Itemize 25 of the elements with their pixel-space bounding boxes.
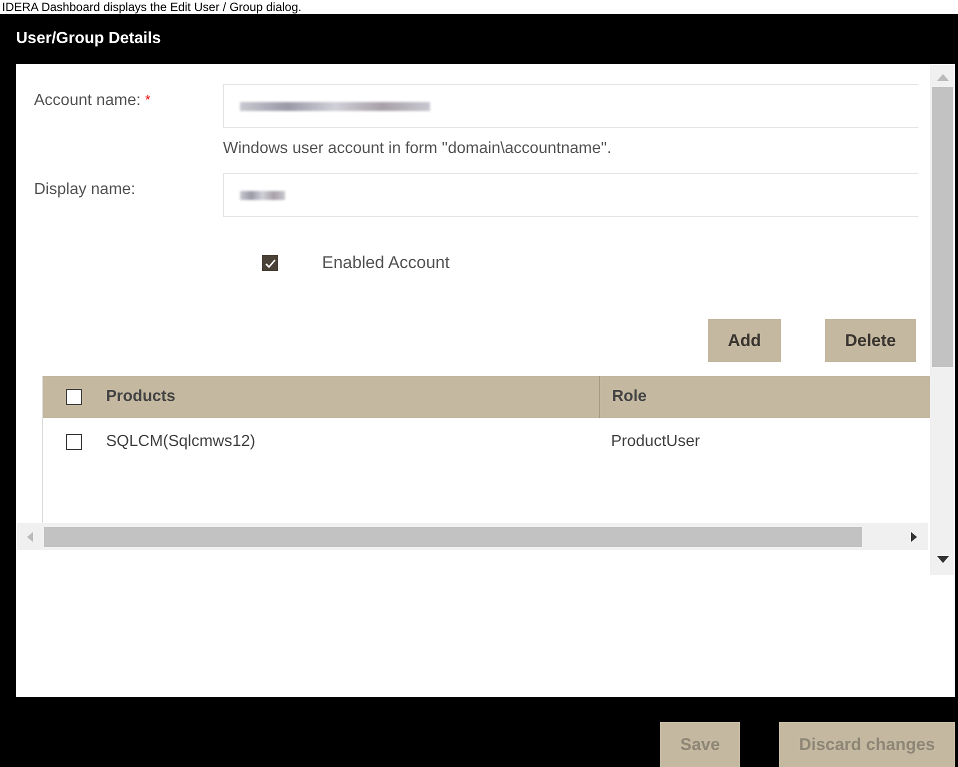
scroll-right-icon[interactable] (911, 532, 917, 542)
column-header: Products (106, 388, 176, 406)
enabled-checkbox[interactable] (262, 255, 278, 271)
field-label: Display name: (34, 180, 136, 199)
text-field[interactable] (223, 173, 918, 217)
checkbox-label: Enabled Account (322, 253, 450, 273)
scroll-left-icon[interactable] (27, 532, 33, 542)
action-button[interactable]: Delete (824, 319, 916, 362)
scroll-down-icon[interactable] (936, 556, 948, 563)
table-cell: SQLCM(Sqlcmws12) (106, 433, 256, 451)
row-checkbox[interactable] (66, 434, 82, 450)
scroll-up-icon[interactable] (936, 74, 948, 81)
field-label: Account name: * (34, 91, 152, 110)
blurred-value-drawing (240, 190, 285, 200)
vertical-scrollbar[interactable] (930, 64, 955, 575)
table-cell: ProductUser (611, 433, 700, 450)
action-button[interactable]: Add (708, 319, 781, 362)
required-mark: * (145, 92, 150, 107)
dialog-title: User/Group Details (16, 30, 161, 48)
field-hint: Windows user account in form ''domain\accountname''. (223, 140, 612, 158)
caption-text: IDERA Dashboard displays the Edit User / Group dialog. (1, 0, 302, 14)
select-all-checkbox[interactable] (66, 389, 82, 405)
text-field[interactable] (223, 84, 918, 128)
horizontal-scrollbar[interactable] (16, 523, 928, 550)
column-header: Role (612, 388, 647, 405)
